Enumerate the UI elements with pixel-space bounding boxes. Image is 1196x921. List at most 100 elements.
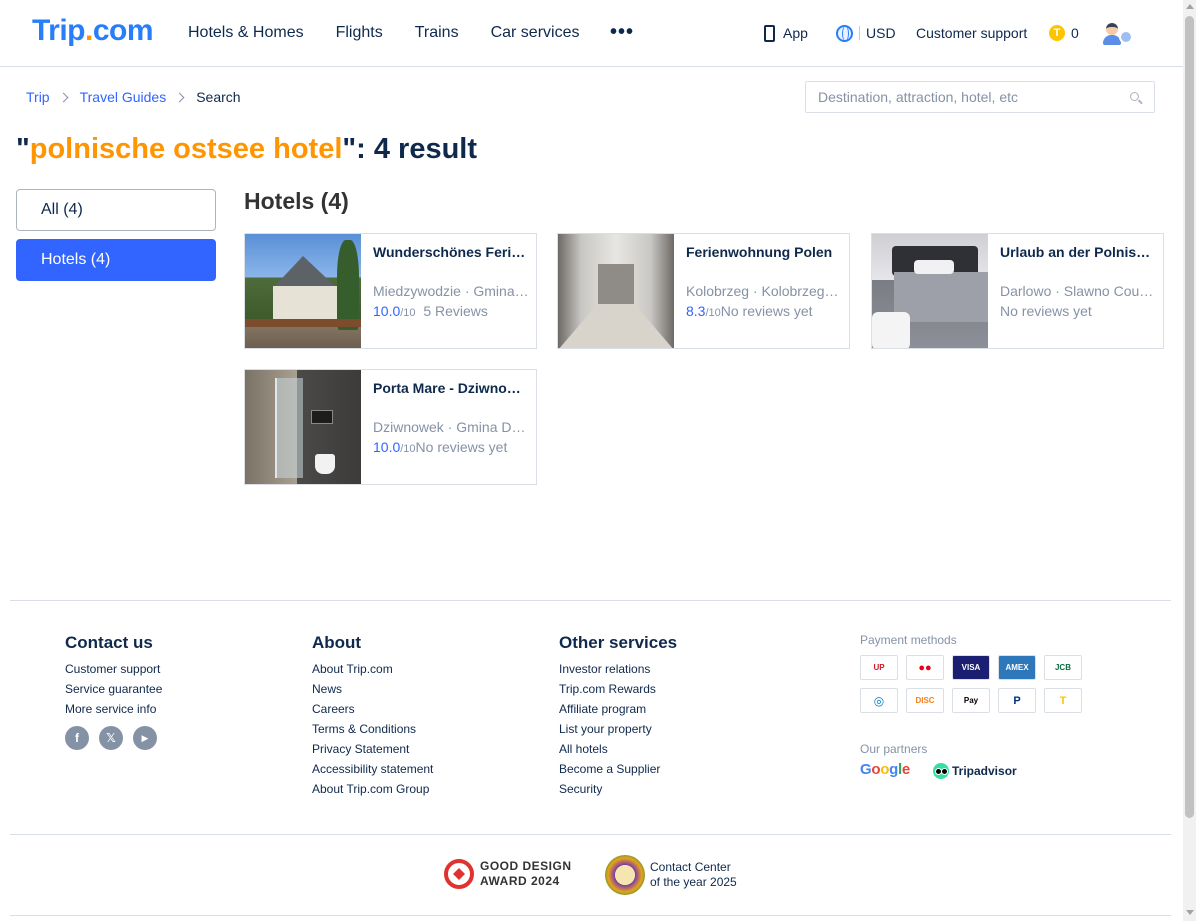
footer-link-all-hotels[interactable]: All hotels (559, 742, 677, 756)
footer-link-privacy[interactable]: Privacy Statement (312, 742, 433, 756)
footer-link-investor[interactable]: Investor relations (559, 662, 677, 676)
avatar-badge-icon (1119, 30, 1133, 44)
hallway-floor (558, 304, 674, 348)
youtube-icon[interactable]: ▶ (133, 726, 157, 750)
mastercard-icon: ●● (906, 655, 944, 680)
hotel-image (245, 234, 361, 348)
app-download-link[interactable]: App (764, 23, 808, 43)
footer-link-careers[interactable]: Careers (312, 702, 433, 716)
customer-support-link[interactable]: Customer support (916, 23, 1027, 43)
visa-icon: VISA (952, 655, 990, 680)
footer-link-more-service-info[interactable]: More service info (65, 702, 162, 716)
avatar-head (1106, 23, 1118, 35)
scroll-down-arrow-icon[interactable] (1186, 910, 1194, 915)
logo-text-trip: Trip (32, 14, 86, 47)
rating-scale: /10 (705, 307, 721, 319)
more-menu-icon[interactable]: ••• (610, 22, 634, 42)
x-twitter-icon[interactable]: 𝕏 (99, 726, 123, 750)
hotel-card[interactable]: Ferienwohnung Polen Kolobrzeg · Kolobrze… (557, 233, 850, 349)
good-design-mark-icon (444, 859, 474, 889)
globe-icon (836, 24, 853, 42)
contact-center-badge-icon (605, 855, 645, 895)
nav-trains[interactable]: Trains (415, 23, 459, 43)
search-box (805, 81, 1155, 113)
footer-heading-contact: Contact us (65, 633, 153, 652)
footer-link-rewards[interactable]: Trip.com Rewards (559, 682, 677, 696)
hotel-card[interactable]: Wunderschönes Ferienhaus Miedzywodzie · … (244, 233, 537, 349)
trip-coins[interactable]: T 0 (1049, 23, 1079, 43)
review-count: No reviews yet (1000, 303, 1092, 319)
pillow (914, 260, 954, 274)
hotel-location: Kolobrzeg · Kolobrzeg County (686, 283, 842, 299)
breadcrumb-trip[interactable]: Trip (26, 89, 50, 105)
footer-link-customer-support[interactable]: Customer support (65, 662, 162, 676)
coin-icon: T (1049, 25, 1065, 41)
scroll-thumb[interactable] (1185, 16, 1194, 818)
house-wall (273, 286, 337, 322)
search-icon[interactable] (1129, 91, 1143, 105)
footer-about: About About Trip.com News Careers Terms … (312, 633, 433, 802)
footer-link-accessibility[interactable]: Accessibility statement (312, 762, 433, 776)
filter-all-button[interactable]: All (4) (16, 189, 216, 231)
phone-icon (764, 24, 775, 42)
applepay-icon: Pay (952, 688, 990, 713)
hotel-image (245, 370, 361, 484)
footer-heading-about: About (312, 633, 362, 652)
google-letter: o (871, 761, 881, 778)
fence (245, 319, 361, 327)
review-count: 5 Reviews (423, 303, 488, 319)
hotel-location: Dziwnowek · Gmina Dziwnow (373, 419, 529, 435)
hotel-card[interactable]: Porta Mare - Dziwnowek Dziwnowek · Gmina… (244, 369, 537, 485)
page-scrollbar[interactable] (1183, 0, 1196, 921)
google-logo: Google (860, 761, 910, 779)
payment-methods-title: Payment methods (860, 633, 957, 647)
page-bottom-divider (10, 915, 1171, 916)
footer-link-news[interactable]: News (312, 682, 433, 696)
footer-link-supplier[interactable]: Become a Supplier (559, 762, 677, 776)
review-count: No reviews yet (720, 303, 813, 319)
section-title-hotels: Hotels (4) (244, 188, 349, 214)
google-letter: G (860, 761, 872, 778)
search-input[interactable] (806, 82, 1116, 112)
nav-hotels-homes[interactable]: Hotels & Homes (188, 23, 304, 43)
hotel-rating: 8.3/10No reviews yet (686, 303, 813, 321)
title-quote: " (16, 133, 30, 165)
trip-logo[interactable]: Trip.com (32, 14, 154, 48)
logo-dot: . (85, 14, 93, 47)
shower-glass (275, 378, 303, 478)
filter-hotels-button[interactable]: Hotels (4) (16, 239, 216, 281)
rating-scale: /10 (400, 443, 416, 455)
footer-link-security[interactable]: Security (559, 782, 677, 796)
language-currency-selector[interactable]: USD (836, 23, 896, 43)
review-count: No reviews yet (415, 439, 508, 455)
good-design-line1: GOOD DESIGN (480, 859, 572, 873)
discover-icon: DISC (906, 688, 944, 713)
chevron-right-icon (58, 92, 69, 102)
breadcrumb: Trip Travel Guides Search (26, 89, 241, 105)
footer-link-affiliate[interactable]: Affiliate program (559, 702, 677, 716)
hotel-rating: No reviews yet (1000, 303, 1092, 319)
nav-car-services[interactable]: Car services (491, 23, 580, 43)
footer-link-list-property[interactable]: List your property (559, 722, 677, 736)
facebook-icon[interactable]: f (65, 726, 89, 750)
partners-title: Our partners (860, 742, 928, 756)
hotel-name: Ferienwohnung Polen (686, 244, 833, 260)
good-design-award: GOOD DESIGN AWARD 2024 (444, 859, 572, 889)
footer-link-service-guarantee[interactable]: Service guarantee (65, 682, 162, 696)
user-avatar[interactable] (1102, 22, 1134, 46)
footer-link-about-trip[interactable]: About Trip.com (312, 662, 433, 676)
top-header: Trip.com Hotels & Homes Flights Trains C… (0, 0, 1183, 67)
footer-link-terms[interactable]: Terms & Conditions (312, 722, 433, 736)
diners-icon: ◎ (860, 688, 898, 713)
hotel-image (872, 234, 988, 348)
breadcrumb-travel-guides[interactable]: Travel Guides (80, 89, 167, 105)
breadcrumb-current: Search (196, 89, 241, 105)
hotel-card[interactable]: Urlaub an der Polnischen Ostsee Darlowo … (871, 233, 1164, 349)
footer-contact: Contact us Customer support Service guar… (65, 633, 162, 750)
footer-divider (10, 600, 1171, 601)
house-roof (271, 256, 339, 290)
nav-flights[interactable]: Flights (336, 23, 383, 43)
footer-link-group[interactable]: About Trip.com Group (312, 782, 433, 796)
scroll-up-arrow-icon[interactable] (1186, 4, 1194, 9)
tripcoins-icon: T (1044, 688, 1082, 713)
